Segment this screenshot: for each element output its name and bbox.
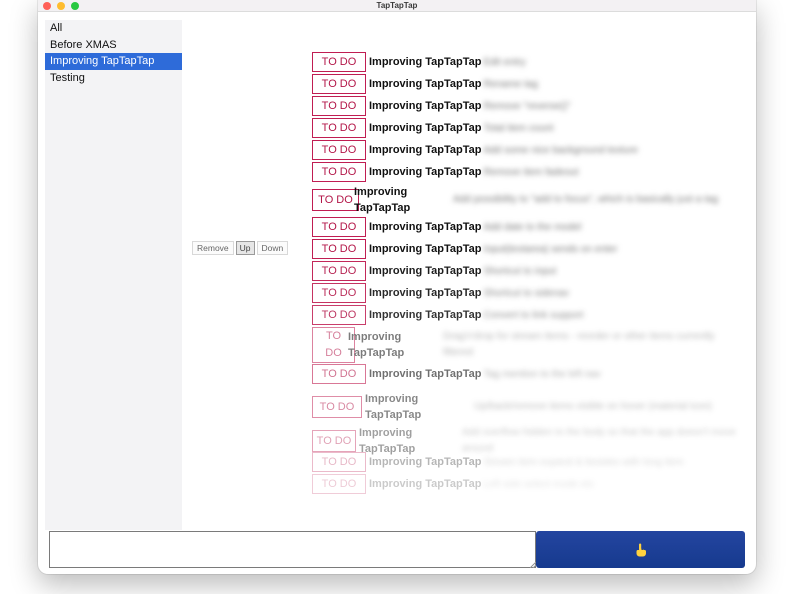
- task-text: Remove "reverse()": [483, 100, 571, 112]
- task-tag: Improving TapTapTap: [369, 265, 482, 277]
- task-row: TO DO Improving TapTapTap Total item count: [312, 118, 554, 138]
- task-text: Remove item fadeout: [483, 166, 579, 178]
- task-tag: Improving TapTapTap: [369, 100, 482, 112]
- todo-status-button[interactable]: TO DO: [312, 364, 366, 384]
- todo-status-button[interactable]: TO DO: [312, 305, 366, 325]
- submit-button[interactable]: [536, 531, 745, 568]
- todo-status-button[interactable]: TO DO: [312, 474, 366, 494]
- task-row: TO DO Improving TapTapTap Left side select…: [312, 474, 594, 494]
- task-tag: Improving TapTapTap: [369, 56, 482, 68]
- sidebar-item-all[interactable]: All: [45, 20, 182, 37]
- todo-status-button[interactable]: TO DO: [312, 452, 366, 472]
- task-text: Shortcut to input: [483, 265, 557, 277]
- task-text: Input(textarea) sends on enter: [483, 243, 618, 255]
- task-tag: Improving TapTapTap: [369, 78, 482, 90]
- task-tag: Improving TapTapTap: [365, 393, 422, 421]
- task-row: TO DO Improving TapTapTap Stream item expa…: [312, 452, 684, 472]
- window-title: TapTapTap: [376, 1, 418, 10]
- task-text: Convert to link support: [483, 309, 584, 321]
- task-row: TO DO Improving TapTapTap Rename tag: [312, 74, 538, 94]
- task-row: TO DO Improving TapTapTap Edit entry: [312, 52, 526, 72]
- todo-status-button[interactable]: TO DO: [312, 283, 366, 303]
- task-tag: Improving TapTapTap: [369, 144, 482, 156]
- task-tag: Improving TapTapTap: [369, 478, 482, 490]
- app-window: TapTapTap All Before XMAS Improving TapT…: [38, 0, 756, 574]
- task-text: Total item count: [483, 122, 554, 134]
- task-tag: Improving TapTapTap: [369, 166, 482, 178]
- sidebar-item-testing[interactable]: Testing: [45, 70, 182, 87]
- task-row: TO DO Improving TapTapTap Input(textarea) …: [312, 239, 617, 259]
- task-tag: Improving TapTapTap: [369, 243, 482, 255]
- task-text: Add possibility to "add to focus", which…: [453, 194, 719, 205]
- task-row: TO DO Improving TapTapTap Remove "reverse(…: [312, 96, 571, 116]
- task-text: Add some nice background texture: [483, 144, 638, 156]
- task-row: TO DO Improving TapTapTap Shortcut to inpu…: [312, 261, 556, 281]
- task-text: Left side select mode etc: [483, 478, 595, 490]
- task-row: TO DO Improving TapTapTap Add possibility …: [312, 184, 731, 216]
- todo-status-button[interactable]: TO DO: [312, 396, 362, 418]
- up-button[interactable]: Up: [235, 241, 255, 255]
- todo-status-button[interactable]: TO DO: [312, 217, 366, 237]
- item-controls: Remove Up Down: [192, 241, 289, 255]
- task-row: TO DO Improving TapTapTap Add date to the …: [312, 217, 581, 237]
- task-row: TO DO Improving TapTapTap Remove item fade…: [312, 162, 579, 182]
- sidebar-item-improving-taptaptap[interactable]: Improving TapTapTap: [45, 53, 182, 70]
- task-tag: Improving TapTapTap: [369, 368, 482, 380]
- task-tag: Improving TapTapTap: [369, 309, 482, 321]
- task-row: TO DO Improving TapTapTap Drag'n'drop for …: [312, 327, 721, 363]
- task-row: TO DO Improving TapTapTap Tag mention to t…: [312, 364, 601, 384]
- task-row: TO DO Improving TapTapTap Add some nice ba…: [312, 140, 638, 160]
- task-text: Edit entry: [483, 56, 526, 68]
- task-row: TO DO Improving TapTapTap Up/back/remove i…: [312, 391, 712, 423]
- new-task-input[interactable]: [49, 531, 536, 568]
- title-bar: TapTapTap: [38, 0, 756, 12]
- todo-status-button[interactable]: TO DO: [312, 74, 366, 94]
- task-text: Drag'n'drop for stream items - reorder o…: [443, 331, 715, 358]
- sidebar: All Before XMAS Improving TapTapTap Test…: [45, 20, 182, 530]
- todo-status-button[interactable]: TO DO: [312, 118, 366, 138]
- todo-status-button[interactable]: TO DO: [312, 162, 366, 182]
- todo-status-button[interactable]: TO DO: [312, 239, 366, 259]
- todo-status-button[interactable]: TO DO: [312, 140, 366, 160]
- todo-status-button[interactable]: TO DO: [312, 261, 366, 281]
- down-button[interactable]: Down: [256, 241, 289, 255]
- task-text: Add date to the model: [483, 221, 582, 233]
- todo-status-button[interactable]: TO DO: [312, 430, 356, 452]
- todo-status-button[interactable]: TO DO: [312, 52, 366, 72]
- task-tag: Improving TapTapTap: [369, 221, 482, 233]
- task-row: TO DO Improving TapTapTap Convert to link …: [312, 305, 584, 325]
- task-row: TO DO Improving TapTapTap Shortcut to side…: [312, 283, 569, 303]
- task-text: Shortcut to sidenav: [483, 287, 570, 299]
- task-text: Stream item expand & besides with long i…: [483, 456, 684, 468]
- task-tag: Improving TapTapTap: [369, 122, 482, 134]
- task-text: Rename tag: [483, 78, 538, 90]
- task-tag: Improving TapTapTap: [348, 331, 405, 359]
- todo-status-button[interactable]: TO DO: [312, 96, 366, 116]
- task-tag: Improving TapTapTap: [369, 456, 482, 468]
- remove-button[interactable]: Remove: [192, 241, 234, 255]
- task-text: Tag mention to the left nav: [483, 368, 601, 380]
- task-tag: Improving TapTapTap: [354, 186, 411, 214]
- sidebar-item-before-xmas[interactable]: Before XMAS: [45, 37, 182, 54]
- pointing-hand-icon: [635, 543, 646, 556]
- task-tag: Improving TapTapTap: [369, 287, 482, 299]
- task-text: Up/back/remove items visible on hover (m…: [474, 401, 712, 412]
